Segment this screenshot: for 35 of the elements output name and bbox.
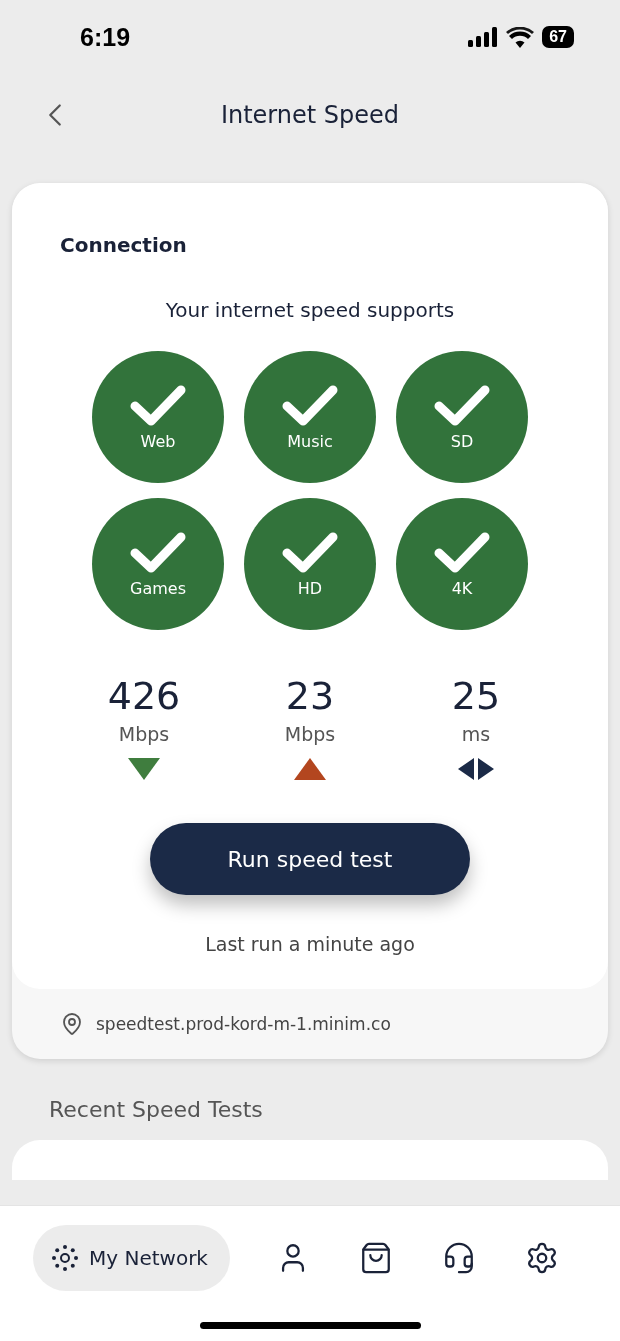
- support-badge: SD: [396, 351, 528, 483]
- up-triangle-icon: [293, 757, 327, 781]
- section-heading: Recent Speed Tests: [49, 1097, 264, 1122]
- metric-unit: Mbps: [118, 723, 170, 745]
- support-badge: 4K: [396, 498, 528, 630]
- network-icon: [51, 1244, 79, 1272]
- check-icon: [434, 530, 490, 575]
- nav-tab[interactable]: My Network: [33, 1225, 230, 1291]
- check-icon: [434, 383, 490, 428]
- check-icon: [130, 530, 186, 575]
- metric-value: 426: [107, 673, 181, 720]
- card-title: Connection: [60, 233, 187, 257]
- metric-value: 25: [451, 673, 501, 720]
- last-run-text: Last run a minute ago: [205, 933, 415, 955]
- down-triangle-icon: [127, 757, 161, 781]
- metric-value: 23: [285, 673, 335, 720]
- left-right-triangles-icon: [456, 757, 496, 781]
- run-speed-test-button[interactable]: Run speed test: [150, 823, 470, 895]
- check-icon: [282, 383, 338, 428]
- wifi-icon: [506, 26, 535, 48]
- page-title: Internet Speed: [220, 101, 400, 129]
- battery-level: 67: [542, 26, 574, 48]
- check-icon: [130, 383, 186, 428]
- support-badge: Web: [92, 351, 224, 483]
- support-badge: HD: [244, 498, 376, 630]
- location-pin-icon: [60, 1012, 84, 1036]
- support-badge: Games: [92, 498, 224, 630]
- metric-unit: ms: [461, 723, 491, 745]
- metric-unit: Mbps: [284, 723, 336, 745]
- support-badge: Music: [244, 351, 376, 483]
- check-icon: [282, 530, 338, 575]
- supports-heading: Your internet speed supports: [165, 298, 455, 322]
- server-address: speedtest.prod-kord-m-1.minim.co: [96, 1014, 391, 1034]
- signal-icon: [468, 27, 499, 47]
- status-time: 6:19: [80, 22, 131, 52]
